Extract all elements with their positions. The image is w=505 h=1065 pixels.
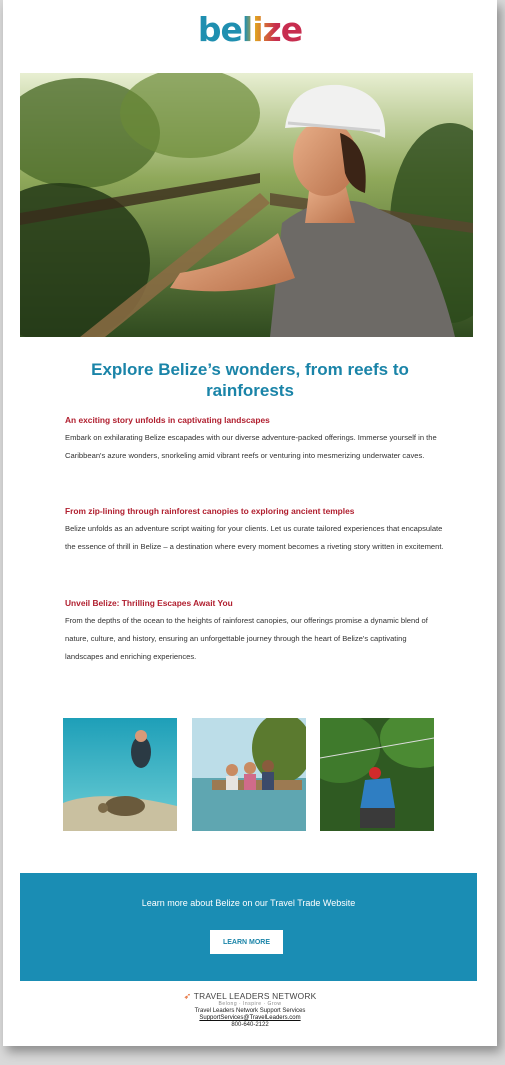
- learn-more-button[interactable]: LEARN MORE: [210, 930, 283, 954]
- travel-leaders-logo[interactable]: ➶ TRAVEL LEADERS NETWORK: [3, 991, 497, 1001]
- email-sheet: belize Explore Belize’s wonders, from re…: [3, 0, 497, 1046]
- photo-row: [63, 718, 435, 833]
- section-1-body: Embark on exhilarating Belize escapades …: [65, 433, 437, 460]
- hero-illustration: [20, 73, 473, 337]
- tln-tagline: Belong · Inspire · Grow: [218, 1001, 282, 1007]
- section-1: An exciting story unfolds in captivating…: [65, 414, 445, 465]
- footer: ➶ TRAVEL LEADERS NETWORK Belong · Inspir…: [3, 991, 497, 1029]
- hero-image: [20, 73, 473, 337]
- cta-banner: Learn more about Belize on our Travel Tr…: [20, 873, 477, 981]
- support-label: Travel Leaders Network Support Services: [194, 1008, 306, 1014]
- photo-dock-friends: [192, 718, 306, 831]
- photo-zipline-jungle: [320, 718, 434, 831]
- belize-logo[interactable]: belize: [3, 8, 497, 52]
- headline-line-1: Explore Belize’s wonders, from reefs to: [91, 360, 409, 379]
- belize-logo-text: belize: [198, 8, 303, 52]
- section-3-title: Unveil Belize: Thrilling Escapes Await Y…: [65, 598, 233, 608]
- headline-line-2: rainforests: [206, 381, 294, 400]
- section-1-title: An exciting story unfolds in captivating…: [65, 415, 270, 425]
- tln-brand-text: TRAVEL LEADERS NETWORK: [193, 991, 317, 1001]
- support-phone: 800-640-2122: [231, 1022, 269, 1028]
- section-2: From zip-lining through rainforest canop…: [65, 505, 445, 556]
- section-3: Unveil Belize: Thrilling Escapes Await Y…: [65, 597, 445, 666]
- support-email-link[interactable]: SupportServices@TravelLeaders.com: [3, 1015, 497, 1022]
- cta-text: Learn more about Belize on our Travel Tr…: [141, 898, 356, 908]
- section-2-body: Belize unfolds as an adventure script wa…: [65, 524, 444, 551]
- photo-snorkel-turtle: [63, 718, 177, 831]
- tln-flame-icon: ➶: [183, 991, 192, 1001]
- section-2-title: From zip-lining through rainforest canop…: [65, 506, 355, 516]
- section-3-body: From the depths of the ocean to the heig…: [65, 616, 428, 661]
- headline: Explore Belize’s wonders, from reefs to …: [43, 359, 457, 401]
